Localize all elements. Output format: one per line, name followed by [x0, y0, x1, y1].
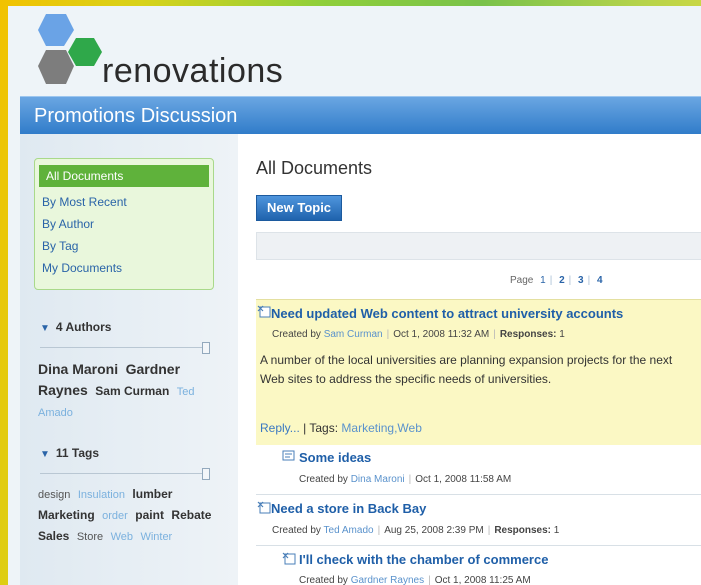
- tag-link[interactable]: Store: [77, 531, 103, 543]
- section-heading: All Documents: [256, 158, 373, 178]
- toolbar-strip: [256, 232, 701, 260]
- post-date: Oct 1, 2008 11:58 AM: [415, 474, 512, 485]
- nav-item-all-documents[interactable]: All Documents: [39, 165, 209, 187]
- collapse-arrow-icon[interactable]: ▼: [40, 323, 50, 334]
- tag-link[interactable]: order: [102, 510, 128, 522]
- created-by-label: Created by: [299, 575, 348, 585]
- page-link-3[interactable]: 3: [578, 275, 584, 286]
- discussion-topic-icon: [282, 552, 296, 565]
- pagination: Page 1 | 2 | 3 | 4: [510, 275, 603, 286]
- post-body-line: A number of the local universities are p…: [260, 353, 673, 367]
- nav-box: All Documents By Most Recent By Author B…: [34, 158, 214, 290]
- post-tags-link[interactable]: Marketing,Web: [341, 421, 421, 435]
- authors-filter-slider[interactable]: [40, 342, 210, 354]
- pager-label: Page: [510, 275, 534, 286]
- tag-link[interactable]: Marketing: [38, 508, 95, 522]
- post-title-link[interactable]: Some ideas: [299, 450, 371, 465]
- nav-item-by-most-recent[interactable]: By Most Recent: [35, 191, 213, 213]
- app-frame: renovations Promotions Discussion All Do…: [8, 6, 701, 585]
- author-link[interactable]: Sam Curman: [324, 329, 383, 340]
- post-title-link[interactable]: Need updated Web content to attract univ…: [271, 306, 623, 321]
- author-link[interactable]: Ted Amado: [324, 525, 374, 536]
- tag-link[interactable]: Rebate: [171, 508, 211, 522]
- tags-cloud: design Insulation lumber Marketing order…: [38, 484, 218, 547]
- post-meta: Created by Dina Maroni | Oct 1, 2008 11:58…: [299, 474, 512, 485]
- tag-link[interactable]: design: [38, 489, 70, 501]
- nav-item-by-tag[interactable]: By Tag: [35, 235, 213, 257]
- page-link-2[interactable]: 2: [559, 275, 565, 286]
- responses-label: Responses:: [494, 525, 552, 536]
- tags-count-label: 11 Tags: [55, 446, 100, 460]
- responses-count: 1: [559, 329, 565, 340]
- authors-count-label: 4 Authors: [55, 320, 112, 334]
- tag-link[interactable]: Winter: [140, 531, 172, 543]
- slider-handle[interactable]: [202, 342, 210, 354]
- tag-link[interactable]: Sales: [38, 529, 69, 543]
- post-title-link[interactable]: Need a store in Back Bay: [271, 501, 426, 516]
- created-by-label: Created by: [299, 474, 348, 485]
- created-by-label: Created by: [272, 525, 321, 536]
- title-bar: Promotions Discussion: [20, 96, 701, 135]
- discussion-topic-icon: [257, 501, 271, 514]
- responses-label: Responses:: [499, 329, 557, 340]
- post-date: Aug 25, 2008 2:39 PM: [384, 525, 484, 536]
- logo-icon: [38, 14, 102, 84]
- author-link[interactable]: Gardner Raynes: [351, 575, 424, 585]
- tag-link[interactable]: paint: [135, 508, 164, 522]
- post-body-line: Web sites to address the specific needs …: [260, 372, 552, 386]
- content-area: All Documents By Most Recent By Author B…: [20, 134, 701, 585]
- author-link[interactable]: Dina Maroni: [351, 474, 405, 485]
- post-title-link[interactable]: I'll check with the chamber of commerce: [299, 552, 548, 567]
- page-link-4[interactable]: 4: [597, 275, 603, 286]
- sidebar: All Documents By Most Recent By Author B…: [20, 134, 238, 585]
- reply-link[interactable]: Reply...: [260, 421, 300, 435]
- slider-handle[interactable]: [202, 468, 210, 480]
- main-panel: All Documents New Topic Page 1 | 2 | 3 | 4 …: [238, 134, 701, 585]
- post-date: Oct 1, 2008 11:25 AM: [434, 575, 531, 585]
- tag-link[interactable]: Insulation: [78, 489, 125, 501]
- tags-section-header[interactable]: ▼ 11 Tags: [40, 446, 99, 460]
- discussion-topic-icon: [257, 305, 271, 318]
- divider: [256, 494, 701, 495]
- post-date: Oct 1, 2008 11:32 AM: [393, 329, 490, 340]
- responses-count: 1: [553, 525, 560, 536]
- header-logo-area: renovations: [8, 6, 701, 96]
- authors-section-header[interactable]: ▼ 4 Authors: [40, 320, 111, 334]
- post-meta: Created by Gardner Raynes | Oct 1, 2008 11…: [299, 575, 531, 585]
- reply-icon: [282, 450, 295, 461]
- tag-link[interactable]: lumber: [132, 487, 172, 501]
- new-topic-button[interactable]: New Topic: [256, 195, 343, 221]
- page-title: Promotions Discussion: [34, 105, 238, 127]
- page-link-1[interactable]: 1: [540, 275, 546, 286]
- created-by-label: Created by: [272, 329, 321, 340]
- divider: [256, 545, 701, 546]
- brand-logo-text: renovations: [102, 52, 284, 90]
- author-link[interactable]: Dina Maroni: [38, 361, 118, 377]
- post-meta: Created by Ted Amado | Aug 25, 2008 2:39 P…: [272, 525, 560, 536]
- authors-cloud: Dina Maroni Gardner Raynes Sam Curman Te…: [38, 359, 218, 423]
- tag-link[interactable]: Web: [111, 531, 133, 543]
- post-actions: Reply... | Tags: Marketing,Web: [260, 421, 422, 435]
- tags-label: | Tags:: [303, 421, 339, 435]
- collapse-arrow-icon[interactable]: ▼: [40, 449, 50, 460]
- post-meta: Created by Sam Curman | Oct 1, 2008 11:32 …: [272, 329, 565, 340]
- nav-item-by-author[interactable]: By Author: [35, 213, 213, 235]
- nav-item-my-documents[interactable]: My Documents: [35, 257, 213, 279]
- tags-filter-slider[interactable]: [40, 468, 210, 480]
- post-body: A number of the local universities are p…: [260, 351, 701, 389]
- author-link[interactable]: Sam Curman: [95, 384, 169, 398]
